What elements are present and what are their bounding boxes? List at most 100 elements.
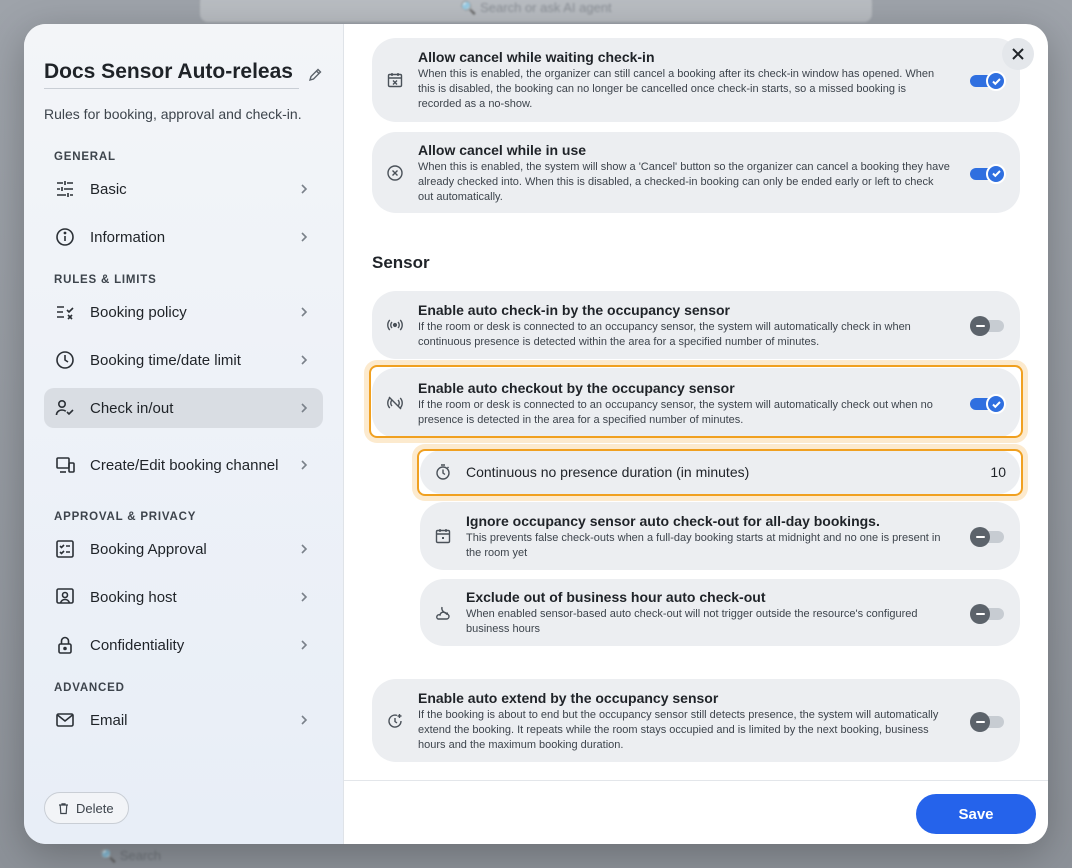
sidebar-item-label: Confidentiality [90,636,185,654]
check-icon [991,77,1001,85]
stopwatch-icon [436,464,450,480]
auto-checkin-toggle[interactable] [970,315,1006,336]
settings-main: Allow cancel while waiting check-in When… [344,24,1048,844]
sensor-icon [387,319,403,331]
moon-cloud-icon [436,606,450,620]
policy-icon [57,306,74,320]
setting-title: Enable auto check-in by the occupancy se… [418,301,730,318]
section-label-general: GENERAL [54,151,116,163]
settings-sidebar: Docs Sensor Auto-releas Rules for bookin… [24,24,344,844]
sidebar-item-email[interactable]: Email [44,700,323,740]
sidebar-item-label: Email [90,711,128,729]
sidebar-item-label: Booking time/date limit [90,351,241,369]
setting-description: When this is enabled, the system will sh… [418,160,950,203]
sidebar-item-label: Booking policy [90,303,187,321]
setting-description: This prevents false check-outs when a fu… [466,531,941,559]
sidebar-item-confidentiality[interactable]: Confidentiality [44,625,323,665]
delete-button[interactable]: Delete [44,792,129,824]
sidebar-item-label: Basic [90,180,127,198]
sidebar-item-create-edit-channel[interactable]: Create/Edit booking channel [44,436,323,494]
setting-exclude-business-hours: Exclude out of business hour auto check-… [420,579,1020,646]
circle-x-icon [387,164,403,181]
title-row: Docs Sensor Auto-releas [44,60,326,89]
sensor-off-icon [387,396,403,410]
sidebar-nav: GENERAL Basic Information RULES & LIMITS… [44,142,323,784]
clock-icon [56,351,74,369]
section-label-approval: APPROVAL & PRIVACY [54,511,197,523]
cancel-waiting-toggle[interactable] [970,70,1006,91]
sidebar-item-check-in-out[interactable]: Check in/out [44,388,323,428]
chevron-right-icon [301,592,308,602]
resource-title[interactable]: Docs Sensor Auto-releas [44,60,299,89]
sidebar-item-basic[interactable]: Basic [44,169,323,209]
setting-title: Enable auto checkout by the occupancy se… [418,379,735,396]
calendar-day-icon [435,529,451,544]
setting-description: If the booking is about to end but the o… [418,708,939,751]
sidebar-item-booking-policy[interactable]: Booking policy [44,292,323,332]
sliders-icon [57,181,73,197]
close-icon [1012,48,1024,60]
setting-title: Allow cancel while waiting check-in [418,49,655,65]
cancel-in-use-toggle[interactable] [970,163,1006,184]
section-label-advanced: ADVANCED [54,682,125,694]
setting-title: Ignore occupancy sensor auto check-out f… [466,512,880,529]
setting-description: If the room or desk is connected to an o… [418,320,911,348]
auto-extend-toggle[interactable] [970,711,1006,732]
info-icon [56,228,74,246]
chevron-right-icon [301,232,308,242]
chevron-right-icon [301,715,308,725]
background-text: 🔍 Search [100,848,162,863]
sidebar-item-label: Create/Edit booking channel [90,456,279,474]
chevron-right-icon [301,355,308,365]
chevron-right-icon [301,544,308,554]
settings-content: Allow cancel while waiting check-in When… [344,24,1048,780]
clock-plus-icon [388,713,402,728]
sidebar-item-booking-host[interactable]: Booking host [44,577,323,617]
exclude-business-hours-toggle[interactable] [970,603,1006,624]
chevron-right-icon [301,460,308,470]
pencil-icon[interactable] [307,67,323,83]
sidebar-item-label: Check in/out [90,399,174,417]
sensor-section-title: Sensor [372,253,430,272]
setting-title: Allow cancel while in use [418,141,587,158]
auto-checkout-toggle[interactable] [970,393,1006,414]
sidebar-item-label: Booking Approval [90,540,207,558]
close-button[interactable] [1002,38,1034,70]
trash-icon [59,802,68,814]
devices-icon [56,457,75,473]
chevron-right-icon [301,184,308,194]
setting-description: When enabled sensor-based auto check-out… [466,608,918,635]
setting-description: When this is enabled, the organizer can … [418,68,935,110]
host-icon [56,588,74,604]
modal-footer: Save [344,780,1048,844]
setting-title: Exclude out of business hour auto check-… [466,589,766,605]
approval-icon [56,540,74,558]
setting-ignore-all-day: Ignore occupancy sensor auto check-out f… [420,502,1020,570]
setting-cancel-in-use: Allow cancel while in use When this is e… [372,132,1020,213]
sidebar-item-label: Booking host [90,588,177,606]
ignore-all-day-toggle[interactable] [970,526,1006,547]
section-label-rules: RULES & LIMITS [54,274,157,286]
calendar-x-icon [387,73,403,88]
check-icon [991,170,1001,178]
setting-title: Continuous no presence duration (in minu… [466,464,750,480]
lock-icon [58,636,72,654]
settings-modal: Docs Sensor Auto-releas Rules for bookin… [24,24,1048,844]
user-check-icon [55,399,74,416]
setting-auto-checkout: Enable auto checkout by the occupancy se… [372,368,1020,438]
chevron-right-icon [301,307,308,317]
setting-auto-checkin: Enable auto check-in by the occupancy se… [372,291,1020,359]
delete-label: Delete [76,800,114,816]
sidebar-item-information[interactable]: Information [44,217,323,257]
sidebar-item-booking-time[interactable]: Booking time/date limit [44,340,323,380]
chevron-right-icon [301,640,308,650]
mail-icon [56,713,74,727]
save-button[interactable]: Save [916,794,1036,834]
chevron-right-icon [301,403,308,413]
check-icon [991,400,1001,408]
setting-cancel-waiting: Allow cancel while waiting check-in When… [372,38,1020,122]
duration-value[interactable]: 10 [990,464,1006,480]
sidebar-item-booking-approval[interactable]: Booking Approval [44,529,323,569]
setting-no-presence-duration[interactable]: Continuous no presence duration (in minu… [420,450,1020,494]
sidebar-item-label: Information [90,228,166,246]
